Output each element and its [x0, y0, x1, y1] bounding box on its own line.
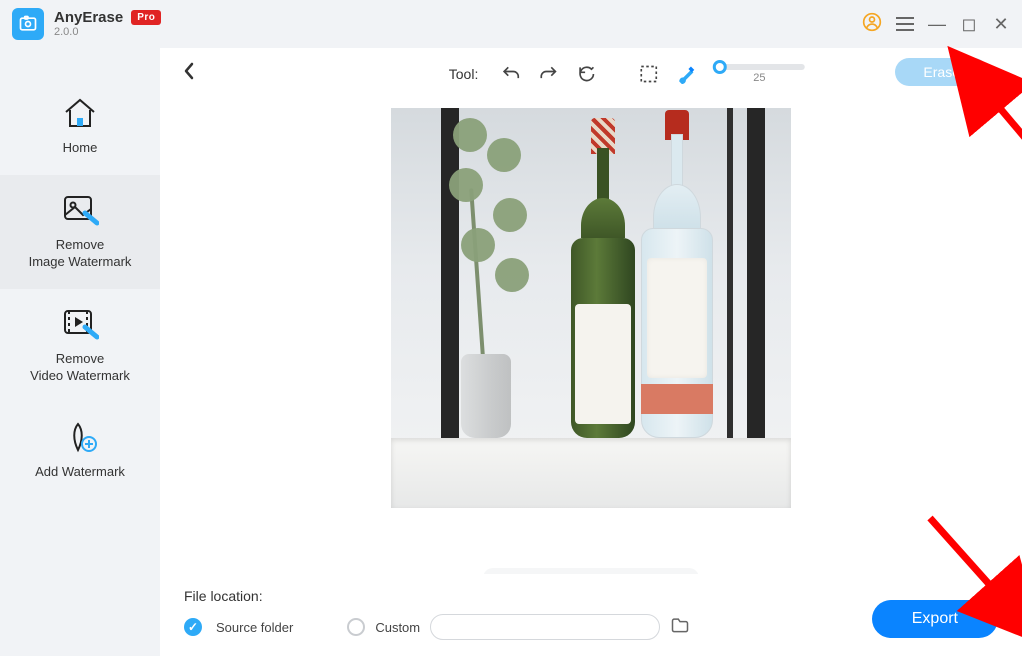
sidebar-item-label: Add Watermark — [35, 464, 125, 481]
app-version: 2.0.0 — [54, 26, 161, 38]
marquee-tool[interactable] — [638, 64, 658, 84]
app-title-block: AnyErase Pro 2.0.0 — [54, 10, 161, 39]
close-button[interactable]: ✕ — [992, 15, 1010, 33]
brush-size-slider[interactable]: 25 — [714, 64, 804, 84]
add-watermark-icon — [61, 420, 99, 454]
source-folder-label: Source folder — [216, 620, 293, 635]
pro-badge: Pro — [131, 10, 161, 25]
custom-folder-radio[interactable] — [347, 618, 365, 636]
titlebar: AnyErase Pro 2.0.0 — ◻ ✕ — [0, 0, 1022, 48]
editor-toolbar: Tool: 25 — [160, 48, 1022, 100]
sidebar-item-add-watermark[interactable]: Add Watermark — [0, 402, 160, 499]
menu-icon[interactable] — [896, 17, 914, 31]
custom-path-input[interactable] — [430, 614, 660, 640]
brush-size-value: 25 — [753, 72, 765, 84]
sidebar-item-label: Remove Video Watermark — [30, 351, 130, 385]
brush-tool[interactable] — [676, 64, 696, 84]
erase-button[interactable]: Erase — [895, 58, 988, 86]
browse-folder-icon[interactable] — [670, 616, 690, 639]
sidebar-item-label: Remove Image Watermark — [29, 237, 132, 271]
back-button[interactable] — [182, 61, 196, 87]
minimize-button[interactable]: — — [928, 15, 946, 33]
video-watermark-icon — [61, 307, 99, 341]
annotation-arrow-erase — [976, 82, 1022, 237]
tool-label: Tool: — [449, 66, 479, 82]
main-panel: Tool: 25 — [160, 48, 1022, 656]
image-preview[interactable] — [391, 108, 791, 508]
custom-folder-label: Custom — [375, 620, 420, 635]
home-icon — [61, 96, 99, 130]
file-location-label: File location: — [184, 588, 998, 604]
redo-button[interactable] — [538, 64, 558, 84]
annotation-arrow-export — [920, 508, 1022, 653]
sidebar: Home Remove Image Watermark Remove Video… — [0, 48, 160, 656]
sidebar-item-home[interactable]: Home — [0, 78, 160, 175]
app-logo-icon — [12, 8, 44, 40]
sidebar-item-remove-image-watermark[interactable]: Remove Image Watermark — [0, 175, 160, 289]
reset-button[interactable] — [576, 64, 596, 84]
sidebar-item-remove-video-watermark[interactable]: Remove Video Watermark — [0, 289, 160, 403]
image-watermark-icon — [61, 193, 99, 227]
source-folder-radio[interactable] — [184, 618, 202, 636]
maximize-button[interactable]: ◻ — [960, 15, 978, 33]
account-icon[interactable] — [862, 12, 882, 37]
undo-button[interactable] — [500, 64, 520, 84]
footer: File location: Source folder Custom Expo… — [160, 574, 1022, 656]
sidebar-item-label: Home — [63, 140, 98, 157]
app-name: AnyErase — [54, 10, 123, 27]
